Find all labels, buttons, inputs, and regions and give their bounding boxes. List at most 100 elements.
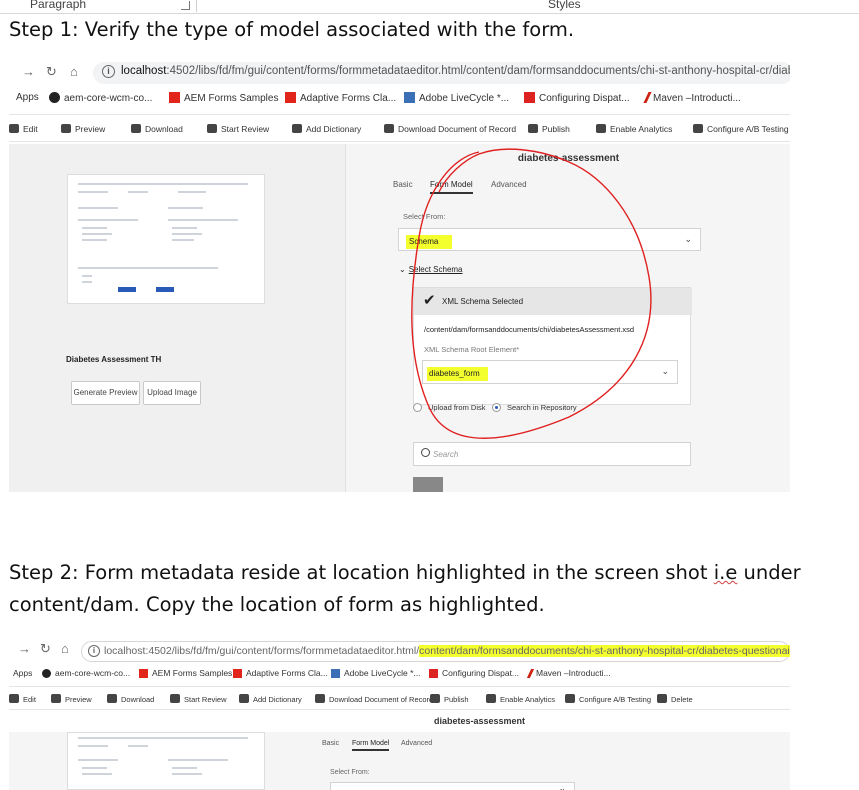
chevron-down-icon: ⌄ bbox=[661, 366, 669, 376]
chevron-down-icon: ⌄ bbox=[399, 265, 406, 274]
upload-image-button[interactable]: Upload Image bbox=[143, 381, 201, 405]
radio-on-icon bbox=[492, 403, 501, 412]
review-icon bbox=[170, 694, 180, 703]
reload-icon[interactable]: ↻ bbox=[46, 64, 57, 80]
edit-button[interactable]: Edit bbox=[9, 694, 36, 704]
github-icon bbox=[42, 669, 51, 678]
info-icon[interactable]: i bbox=[88, 645, 100, 657]
address-bar[interactable]: i localhost:4502/libs/fd/fm/gui/content/… bbox=[93, 62, 790, 84]
add-dictionary-button[interactable]: Add Dictionary bbox=[239, 694, 302, 704]
address-url: localhost:4502/libs/fd/fm/gui/content/fo… bbox=[121, 65, 790, 77]
forward-icon[interactable]: → bbox=[18, 641, 31, 656]
analytics-icon bbox=[596, 124, 606, 133]
bookmark-configuring-dispatcher[interactable]: Configuring Dispat... bbox=[524, 92, 630, 104]
screenshot-step1: → ↻ ⌂ i localhost:4502/libs/fd/fm/gui/co… bbox=[9, 57, 790, 492]
select-from-dropdown[interactable]: ⌄ bbox=[330, 782, 575, 790]
download-icon bbox=[131, 124, 141, 133]
thumbnail-label: Diabetes Assessment TH bbox=[66, 355, 162, 364]
form-title: diabetes-assessment bbox=[517, 153, 620, 164]
chevron-down-icon: ⌄ bbox=[684, 234, 692, 244]
step2-text: Step 2: Form metadata reside at location… bbox=[9, 561, 801, 616]
ribbon-styles-label: Styles bbox=[548, 0, 581, 11]
adobe-icon bbox=[285, 92, 296, 103]
tab-advanced[interactable]: Advanced bbox=[491, 180, 527, 189]
search-input[interactable]: Search bbox=[413, 442, 691, 466]
tab-form-model[interactable]: Form Model bbox=[430, 180, 473, 194]
address-url: localhost:4502/libs/fd/fm/gui/content/fo… bbox=[104, 645, 790, 657]
generate-preview-button[interactable]: Generate Preview bbox=[71, 381, 140, 405]
form-title: diabetes-assessment bbox=[433, 716, 526, 726]
bookmark-livecycle[interactable]: Adobe LiveCycle *... bbox=[331, 668, 421, 678]
select-from-label: Select From: bbox=[330, 769, 370, 776]
bookmark-aem-core[interactable]: aem-core-wcm-co... bbox=[42, 668, 130, 678]
bookmark-livecycle[interactable]: Adobe LiveCycle *... bbox=[404, 92, 509, 104]
trash-icon bbox=[657, 694, 667, 703]
tab-form-model[interactable]: Form Model bbox=[352, 740, 390, 751]
preview-button[interactable]: Preview bbox=[51, 694, 92, 704]
download-button[interactable]: Download bbox=[107, 694, 154, 704]
upload-from-disk-radio[interactable]: Upload from Disk bbox=[413, 403, 486, 412]
download-dor-button[interactable]: Download Document of Record bbox=[384, 124, 516, 134]
editor-toolbar: Edit Preview Download Start Review Add D… bbox=[9, 686, 790, 710]
xml-schema-selected-label: XML Schema Selected bbox=[442, 297, 524, 306]
file-thumbnail bbox=[413, 477, 443, 492]
root-element-dropdown[interactable]: diabetes_form ⌄ bbox=[422, 360, 678, 384]
tab-basic[interactable]: Basic bbox=[393, 180, 413, 189]
maven-icon bbox=[526, 669, 535, 678]
bookmark-maven[interactable]: Maven –Introducti... bbox=[643, 92, 741, 104]
home-icon[interactable]: ⌂ bbox=[61, 641, 69, 656]
document-icon bbox=[315, 694, 325, 703]
configure-ab-button[interactable]: Configure A/B Testing bbox=[565, 694, 651, 704]
edit-button[interactable]: Edit bbox=[9, 124, 38, 134]
bookmark-apps[interactable]: Apps bbox=[13, 668, 32, 678]
bookmark-configuring-dispatcher[interactable]: Configuring Dispat... bbox=[429, 668, 519, 678]
document-icon bbox=[384, 124, 394, 133]
reload-icon[interactable]: ↻ bbox=[40, 641, 51, 657]
form-model-panel: diabetes-assessment Basic Form Model Adv… bbox=[345, 144, 790, 492]
bookmark-adaptive-forms[interactable]: Adaptive Forms Cla... bbox=[233, 668, 328, 678]
select-schema-toggle[interactable]: ⌄ Select Schema bbox=[399, 265, 463, 274]
download-dor-button[interactable]: Download Document of Record bbox=[315, 694, 433, 704]
radio-off-icon bbox=[413, 403, 422, 412]
bookmark-aem-core[interactable]: aem-core-wcm-co... bbox=[49, 92, 152, 104]
search-in-repository-radio[interactable]: Search in Repository bbox=[492, 403, 577, 412]
address-bar[interactable]: i localhost:4502/libs/fd/fm/gui/content/… bbox=[81, 641, 790, 662]
form-properties-editor: Diabetes Assessment TH Generate Preview … bbox=[9, 144, 790, 492]
publish-button[interactable]: Publish bbox=[528, 124, 570, 134]
enable-analytics-button[interactable]: Enable Analytics bbox=[596, 124, 672, 134]
screenshot-step2: → ↻ ⌂ i localhost:4502/libs/fd/fm/gui/co… bbox=[9, 635, 790, 790]
github-icon bbox=[49, 92, 60, 103]
search-placeholder: Search bbox=[433, 450, 459, 459]
analytics-icon bbox=[486, 694, 496, 703]
preview-button[interactable]: Preview bbox=[61, 124, 105, 134]
bookmark-maven[interactable]: Maven –Introducti... bbox=[526, 668, 611, 678]
select-from-value: Schema bbox=[406, 235, 453, 249]
bookmark-aem-forms-samples[interactable]: AEM Forms Samples bbox=[169, 92, 278, 104]
delete-button[interactable]: Delete bbox=[657, 694, 693, 704]
start-review-button[interactable]: Start Review bbox=[207, 124, 269, 134]
download-button[interactable]: Download bbox=[131, 124, 183, 134]
info-icon[interactable]: i bbox=[102, 65, 115, 78]
tab-advanced[interactable]: Advanced bbox=[401, 740, 432, 747]
select-from-label: Select From: bbox=[403, 212, 446, 221]
ab-icon bbox=[693, 124, 703, 133]
bookmark-adaptive-forms[interactable]: Adaptive Forms Cla... bbox=[285, 92, 396, 104]
enable-analytics-button[interactable]: Enable Analytics bbox=[486, 694, 555, 704]
forward-icon[interactable]: → bbox=[22, 64, 35, 79]
livecycle-icon bbox=[331, 669, 340, 678]
add-dictionary-button[interactable]: Add Dictionary bbox=[292, 124, 361, 134]
form-properties-editor: Basic Form Model Advanced Select From: ⌄ bbox=[9, 732, 790, 790]
configure-ab-button[interactable]: Configure A/B Testing bbox=[693, 124, 789, 134]
tab-basic[interactable]: Basic bbox=[322, 740, 339, 747]
download-icon bbox=[107, 694, 117, 703]
dialog-launcher-icon[interactable] bbox=[181, 1, 190, 10]
select-from-dropdown[interactable]: Schema ⌄ bbox=[398, 228, 701, 251]
start-review-button[interactable]: Start Review bbox=[170, 694, 227, 704]
bookmark-apps[interactable]: Apps bbox=[16, 92, 39, 103]
adobe-icon bbox=[169, 92, 180, 103]
bookmark-aem-forms-samples[interactable]: AEM Forms Samples bbox=[139, 668, 232, 678]
root-element-value: diabetes_form bbox=[427, 367, 488, 381]
home-icon[interactable]: ⌂ bbox=[70, 64, 78, 79]
step1-text: Step 1: Verify the type of model associa… bbox=[9, 18, 575, 41]
publish-button[interactable]: Publish bbox=[430, 694, 469, 704]
